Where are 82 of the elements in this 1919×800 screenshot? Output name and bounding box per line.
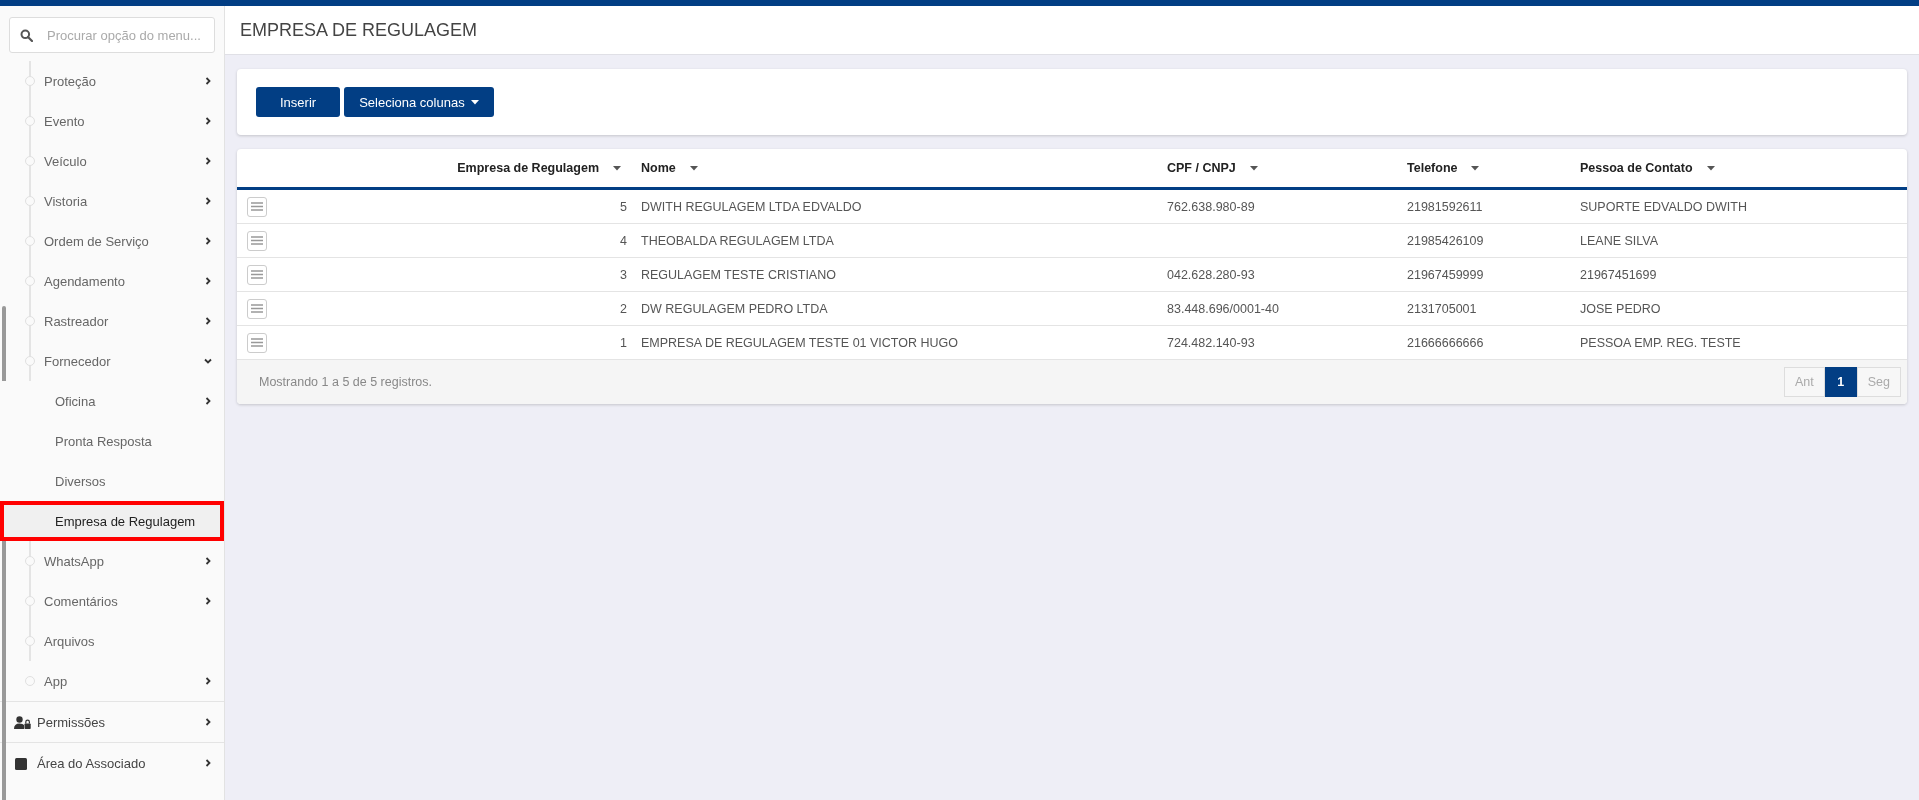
timeline-dot [25, 636, 35, 646]
page-button[interactable]: 1 [1824, 367, 1857, 397]
timeline-dot [25, 156, 35, 166]
sort-caret-icon [613, 165, 621, 171]
table-cell-text: 1 [619, 334, 628, 352]
search-field[interactable]: Procurar opção do menu... [9, 17, 215, 53]
table-cell-text: 21967459999 [1406, 266, 1485, 284]
row-menu-button[interactable] [247, 298, 267, 319]
table-cell-text: 21967451699 [1579, 266, 1658, 284]
menu-item[interactable]: Rastreador [0, 301, 224, 341]
table-cell-text: JOSE PEDRO [1579, 300, 1662, 318]
user-lock-icon [14, 715, 31, 729]
table-cell-text: 83.448.696/0001-40 [1166, 300, 1280, 318]
table-cell-text: 042.628.280-93 [1166, 266, 1256, 284]
table-cell-text: DWITH REGULAGEM LTDA EDVALDO [640, 198, 863, 216]
table-cell-text: PESSOA EMP. REG. TESTE [1579, 334, 1742, 352]
table-cell-text: 21985426109 [1406, 232, 1485, 250]
sort-caret-icon [1471, 165, 1480, 171]
menu-icon [251, 202, 263, 211]
submenu-item[interactable]: Empresa de Regulagem [0, 501, 224, 541]
column-header[interactable]: Telefone [1397, 149, 1570, 187]
dropdown-button[interactable]: Seleciona colunas [344, 87, 494, 117]
sort-caret-icon [689, 165, 698, 171]
sort-caret-icon [1249, 165, 1258, 171]
sidebar-section[interactable]: Permissões [0, 701, 224, 742]
timeline-dot [25, 196, 35, 206]
timeline-dot [25, 276, 35, 286]
menu-item[interactable]: Agendamento [0, 261, 224, 301]
table-cell-text: 2131705001 [1406, 300, 1478, 318]
table-cell-text: 4 [619, 232, 628, 250]
table-cell-text: THEOBALDA REGULAGEM LTDA [640, 232, 835, 250]
table-cell-text: 724.482.140-93 [1166, 334, 1256, 352]
menu-item[interactable]: Evento [0, 101, 224, 141]
row-menu-button[interactable] [247, 196, 267, 217]
menu-item[interactable]: Comentários [0, 581, 224, 621]
column-header[interactable]: Nome [631, 149, 1157, 187]
menu-item[interactable]: Vistoria [0, 181, 224, 221]
timeline-dot [25, 316, 35, 326]
row-menu-button[interactable] [247, 264, 267, 285]
table-cell-text: 2 [619, 300, 628, 318]
table-cell-text: SUPORTE EDVALDO DWITH [1579, 198, 1748, 216]
timeline-dot [25, 596, 35, 606]
table-cell-text: REGULAGEM TESTE CRISTIANO [640, 266, 837, 284]
chevron-right-icon [204, 759, 212, 767]
menu-item[interactable]: WhatsApp [0, 541, 224, 581]
column-header[interactable]: CPF / CNPJ [1157, 149, 1397, 187]
table-cell-text: 3 [619, 266, 628, 284]
table-cell-text: EMPRESA DE REGULAGEM TESTE 01 VICTOR HUGO [640, 334, 959, 352]
menu-icon [251, 338, 263, 347]
timeline-dot [25, 356, 35, 366]
records-info: Mostrando 1 a 5 de 5 registros. [259, 375, 432, 389]
menu-item[interactable]: App [0, 661, 224, 701]
menu-item[interactable]: Veículo [0, 141, 224, 181]
caret-icon [470, 99, 479, 105]
menu-item[interactable]: Fornecedor [0, 341, 224, 381]
chevron-right-icon [204, 718, 212, 726]
timeline-dot [25, 676, 35, 686]
timeline-dot [25, 116, 35, 126]
table-cell-text: 5 [619, 198, 628, 216]
menu-item[interactable]: Arquivos [0, 621, 224, 661]
table-cell-text: LEANE SILVA [1579, 232, 1660, 250]
column-header[interactable]: Pessoa de Contato [1570, 149, 1907, 187]
timeline-dot [25, 236, 35, 246]
row-menu-button[interactable] [247, 332, 267, 353]
sidebar-section[interactable]: Área do Associado [0, 742, 224, 783]
row-menu-button[interactable] [247, 230, 267, 251]
sort-caret-icon [1706, 165, 1715, 171]
table-cell-text: 21666666666 [1406, 334, 1485, 352]
menu-icon [251, 236, 263, 245]
timeline-dot [25, 556, 35, 566]
table-cell-text: DW REGULAGEM PEDRO LTDA [640, 300, 829, 318]
menu-item[interactable]: Ordem de Serviço [0, 221, 224, 261]
column-header[interactable]: Empresa de Regulagem [277, 149, 631, 187]
page-title: EMPRESA DE REGULAGEM [240, 19, 478, 41]
insert-button[interactable]: Inserir [256, 87, 341, 117]
table-cell-text: 21981592611 [1406, 198, 1484, 216]
menu-item[interactable]: Proteção [0, 61, 224, 101]
menu-icon [251, 304, 263, 313]
timeline-dot [25, 76, 35, 86]
table-cell-text: 762.638.980-89 [1166, 198, 1256, 216]
menu-icon [251, 270, 263, 279]
chevron-right-icon [204, 397, 212, 405]
